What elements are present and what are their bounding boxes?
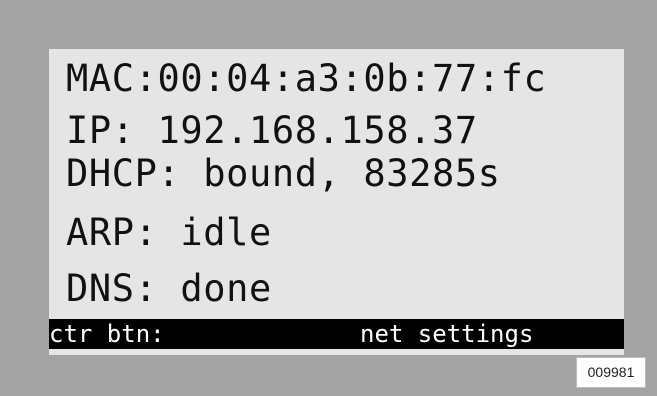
figure-id-label: 009981 (576, 357, 646, 388)
dhcp-status-line: DHCP: bound, 83285s (66, 152, 501, 195)
arp-status-line: ARP: idle (66, 211, 272, 254)
mac-address-line: MAC:00:04:a3:0b:77:fc (66, 57, 547, 100)
center-button-hint: ctr btn: (49, 320, 165, 348)
ip-address-line: IP: 192.168.158.37 (66, 109, 478, 152)
dns-status-line: DNS: done (66, 267, 272, 310)
button-hint-bar: ctr btn: net settings (49, 319, 624, 349)
net-settings-hint: net settings (360, 320, 534, 348)
lcd-display: MAC:00:04:a3:0b:77:fc IP: 192.168.158.37… (49, 49, 624, 355)
